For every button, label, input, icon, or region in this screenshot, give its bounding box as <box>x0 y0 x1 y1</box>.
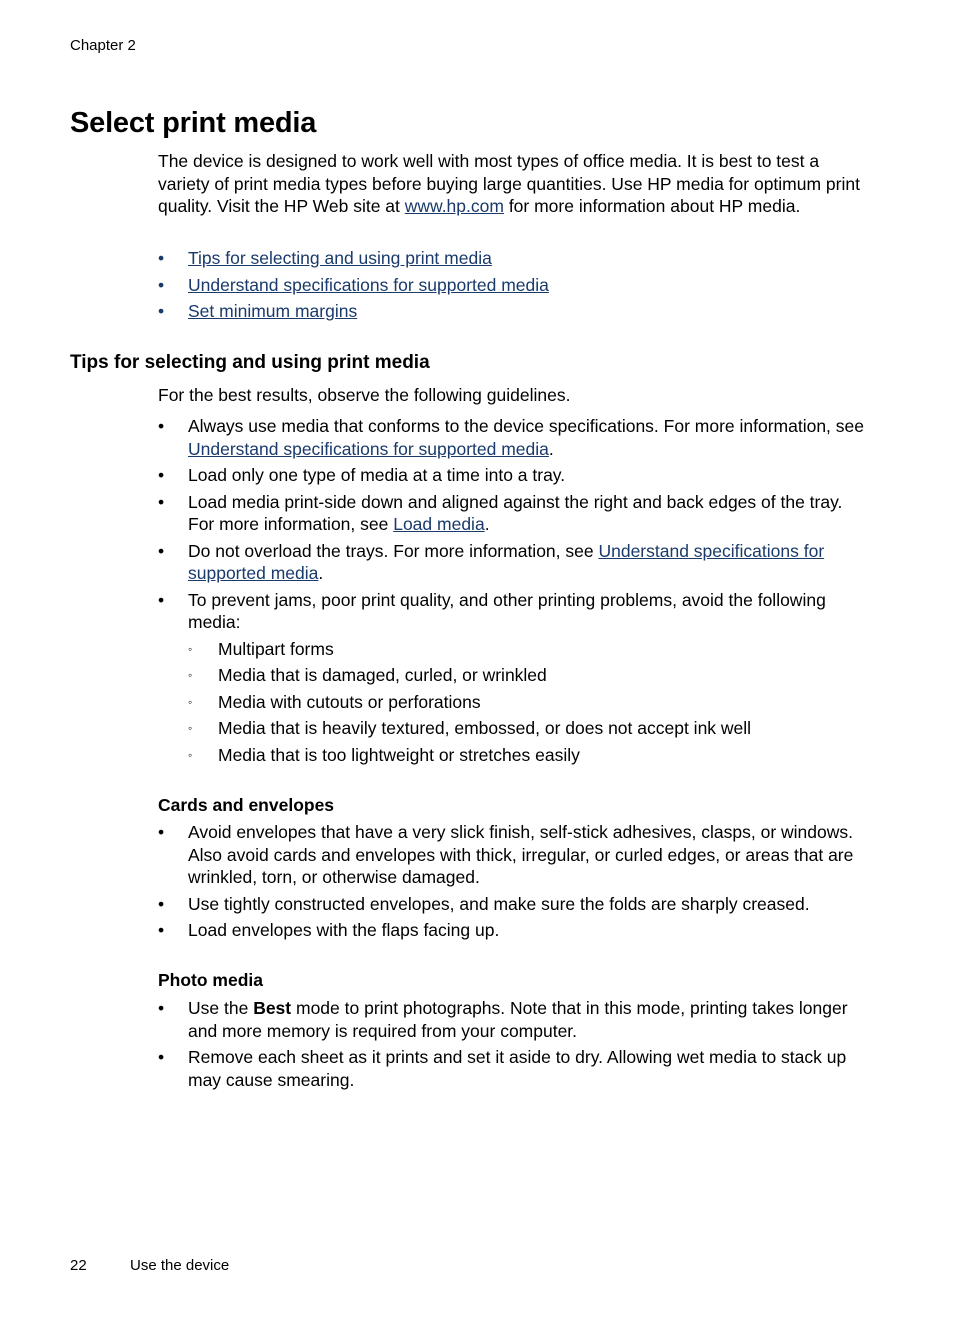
sub-bullet-icon: ◦ <box>188 668 193 682</box>
tip-text: To prevent jams, poor print quality, and… <box>188 589 826 633</box>
bullet-icon: • <box>158 416 165 436</box>
bullet-icon: • <box>158 465 165 485</box>
tips-intro: For the best results, observe the follow… <box>158 385 571 405</box>
tip-text: Load only one type of media at a time in… <box>188 465 566 485</box>
tips-heading: Tips for selecting and using print media <box>70 352 430 373</box>
list-item: • Use tightly constructed envelopes, and … <box>158 893 870 916</box>
list-item: ◦ Media that is damaged, curled, or wrink… <box>188 664 870 687</box>
list-item: • Understand specifications for supported… <box>158 274 870 297</box>
page-number: 22 <box>70 1257 87 1274</box>
bullet-icon: • <box>158 589 165 610</box>
list-item: • Load envelopes with the flaps facing up… <box>158 919 870 942</box>
bullet-icon: • <box>158 301 165 321</box>
photo-heading: Photo media <box>158 970 264 990</box>
list-item: • To prevent jams, poor print quality, an… <box>158 589 870 767</box>
avoid-item-text: Media that is heavily textured, embossed… <box>218 718 752 738</box>
bullet-icon: • <box>158 822 165 842</box>
bullet-icon: • <box>158 920 165 940</box>
bullet-icon: • <box>158 540 165 561</box>
page-footer: 22 Use the device <box>70 1257 229 1274</box>
bullet-icon: • <box>158 998 165 1018</box>
avoid-item-text: Media that is too lightweight or stretch… <box>218 744 580 765</box>
intro-paragraph: The device is designed to work well with… <box>158 150 868 218</box>
sub-bullet-icon: ◦ <box>188 721 193 735</box>
footer-section: Use the device <box>130 1257 230 1274</box>
page-title: Select print media <box>70 107 317 139</box>
list-item: ◦ Multipart forms <box>188 638 870 661</box>
photo-tip-text: Remove each sheet as it prints and set i… <box>188 1047 847 1090</box>
card-tip-text: Use tightly constructed envelopes, and m… <box>188 893 810 914</box>
best-mode-label: Best <box>253 998 292 1018</box>
avoid-media-list: ◦ Multipart forms ◦ Media that is damaged,… <box>188 638 870 767</box>
avoid-item-text: Media that is damaged, curled, or wrinkl… <box>218 665 547 685</box>
link-understand-specifications[interactable]: Understand specifications for supported … <box>188 275 549 295</box>
list-item: • Always use media that conforms to the d… <box>158 415 870 460</box>
bullet-icon: • <box>158 1047 165 1067</box>
list-item: • Load only one type of media at a time i… <box>158 464 870 487</box>
card-tip-text: Load envelopes with the flaps facing up. <box>188 920 500 940</box>
running-head: Chapter 2 <box>70 37 136 54</box>
list-item: ◦ Media with cutouts or perforations <box>188 691 870 714</box>
card-tip-text: Avoid envelopes that have a very slick f… <box>188 822 854 887</box>
intro-text-after: for more information about HP media. <box>503 196 801 216</box>
link-set-minimum-margins[interactable]: Set minimum margins <box>188 301 357 321</box>
list-item: • Do not overload the trays. For more inf… <box>158 540 870 585</box>
photo-list: • Use the Best mode to print photographs.… <box>158 997 870 1095</box>
hp-website-link[interactable]: www.hp.com <box>405 196 504 216</box>
tip-text-end: . <box>548 438 554 459</box>
tip-text-end: . <box>318 563 324 583</box>
section-links-list: • Tips for selecting and using print medi… <box>158 247 870 327</box>
list-item: • Load media print-side down and aligned … <box>158 491 870 536</box>
tip-text: Always use media that conforms to the de… <box>188 416 864 436</box>
link-understand-specifications[interactable]: Understand specifications for supported … <box>188 439 549 459</box>
avoid-item-text: Media with cutouts or perforations <box>218 691 481 712</box>
tip-text: Load media print-side down and aligned a… <box>188 491 843 535</box>
bullet-icon: • <box>158 491 165 512</box>
list-item: • Use the Best mode to print photographs.… <box>158 997 870 1042</box>
bullet-icon: • <box>158 893 165 914</box>
list-item: ◦ Media that is heavily textured, embosse… <box>188 717 870 740</box>
list-item: • Set minimum margins <box>158 300 870 323</box>
cards-heading: Cards and envelopes <box>158 795 335 815</box>
sub-bullet-icon: ◦ <box>188 747 193 762</box>
link-tips-selecting[interactable]: Tips for selecting and using print media <box>188 248 492 268</box>
tips-list: • Always use media that conforms to the d… <box>158 415 870 770</box>
list-item: • Tips for selecting and using print medi… <box>158 247 870 270</box>
bullet-icon: • <box>158 248 165 268</box>
tip-text: Do not overload the trays. For more info… <box>188 540 599 561</box>
link-load-media[interactable]: Load media <box>393 514 484 534</box>
list-item: • Avoid envelopes that have a very slick … <box>158 821 870 889</box>
avoid-item-text: Multipart forms <box>218 638 334 659</box>
cards-list: • Avoid envelopes that have a very slick … <box>158 821 870 946</box>
sub-bullet-icon: ◦ <box>188 694 193 709</box>
list-item: • Remove each sheet as it prints and set … <box>158 1046 870 1091</box>
sub-bullet-icon: ◦ <box>188 641 193 656</box>
list-item: ◦ Media that is too lightweight or stretc… <box>188 744 870 767</box>
bullet-icon: • <box>158 274 165 295</box>
tip-text-end: . <box>484 514 490 534</box>
photo-tip-text: Use the <box>188 998 254 1018</box>
